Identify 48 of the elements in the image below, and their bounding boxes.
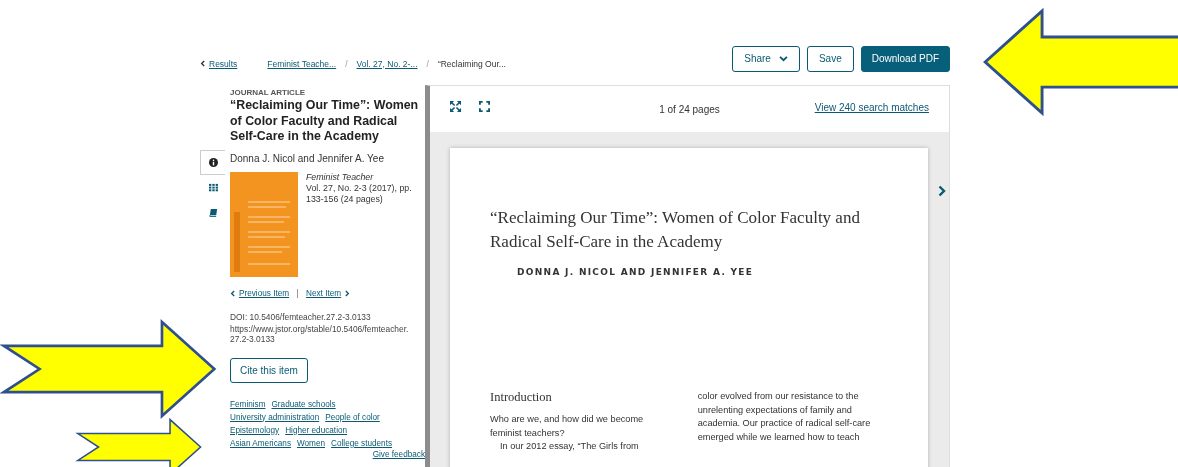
expand-icon[interactable] (450, 100, 461, 112)
body-paragraph: Who are we, and how did we become feminist teachers? (490, 413, 645, 440)
previous-item-link[interactable]: Previous Item (230, 288, 290, 298)
subject-link[interactable]: Higher education (285, 424, 348, 436)
chevron-left-icon (230, 289, 235, 297)
subject-link[interactable]: College students (331, 437, 393, 449)
chevron-right-icon (345, 289, 351, 297)
subject-link[interactable]: Asian Americans (230, 437, 291, 449)
document-authors: DONNA J. NICOL AND JENNIFER A. YEE (517, 267, 755, 277)
article-title: “Reclaiming Our Time”: Women of Color Faculty and Radical Self-Care in the Academy (230, 98, 420, 145)
subject-link[interactable]: Graduate schools (271, 398, 336, 410)
subject-link[interactable]: Feminism (230, 398, 266, 410)
next-item-link[interactable]: Next Item (306, 288, 351, 298)
document-title: “Reclaiming Our Time”: Women of Color Faculty and Radical Self-Care in the Academy (490, 207, 861, 253)
save-button[interactable]: Save (806, 45, 854, 72)
article-authors: Donna J. Nicol and Jennifer A. Yee (230, 152, 385, 164)
section-heading: Introduction (490, 390, 553, 405)
results-link[interactable]: Results (200, 58, 238, 69)
grid-icon (208, 183, 218, 192)
breadcrumb-link[interactable]: Vol. 27, No. 2-... (356, 58, 418, 69)
cite-button[interactable]: Cite this item (230, 357, 308, 383)
stable-url: https://www.jstor.org/stable/10.5406/femteacher.27.2-3.0133 (230, 323, 410, 345)
side-tab[interactable] (200, 150, 225, 175)
info-icon (208, 158, 218, 167)
share-dropdown[interactable]: Share (732, 45, 800, 72)
page-count: 1 of 24 pages (658, 103, 721, 115)
journal-name: Feminist Teacher (306, 171, 375, 183)
body-paragraph: color evolved from our resistance to the unrelenting expectations of family and academia. Our practice of radical self-care emerged while we learned how to teach (697, 390, 872, 444)
breadcrumb-separator: / (345, 58, 348, 69)
book-icon (208, 208, 218, 217)
subject-link[interactable]: People of color (325, 411, 380, 423)
chevron-left-icon (200, 60, 205, 67)
subject-link[interactable]: Epistemology (230, 424, 280, 436)
subject-link[interactable]: Women (297, 437, 326, 449)
fullscreen-icon[interactable] (479, 100, 490, 112)
breadcrumb-current: “Reclaiming Our... (437, 58, 506, 69)
breadcrumb-separator: / (426, 58, 429, 69)
download-button[interactable]: Download PDF (860, 45, 950, 72)
doi-text: DOI: 10.5406/femteacher.27.2-3.0133 (230, 311, 372, 322)
citation-text: Vol. 27, No. 2-3 (2017), pp. 133-156 (24 pages) (306, 182, 413, 205)
subject-link[interactable]: University administration (230, 411, 320, 423)
article-type-label: JOURNAL ARTICLE (230, 88, 307, 97)
search-matches-link[interactable]: View 240 search matches (814, 102, 929, 113)
chevron-right-icon[interactable] (938, 185, 946, 197)
body-paragraph: In our 2012 essay, “The Girls from (499, 440, 640, 453)
breadcrumb-link[interactable]: Feminist Teache... (267, 58, 337, 69)
caret-icon (778, 55, 788, 62)
feedback-link[interactable]: Give feedback (230, 449, 425, 460)
